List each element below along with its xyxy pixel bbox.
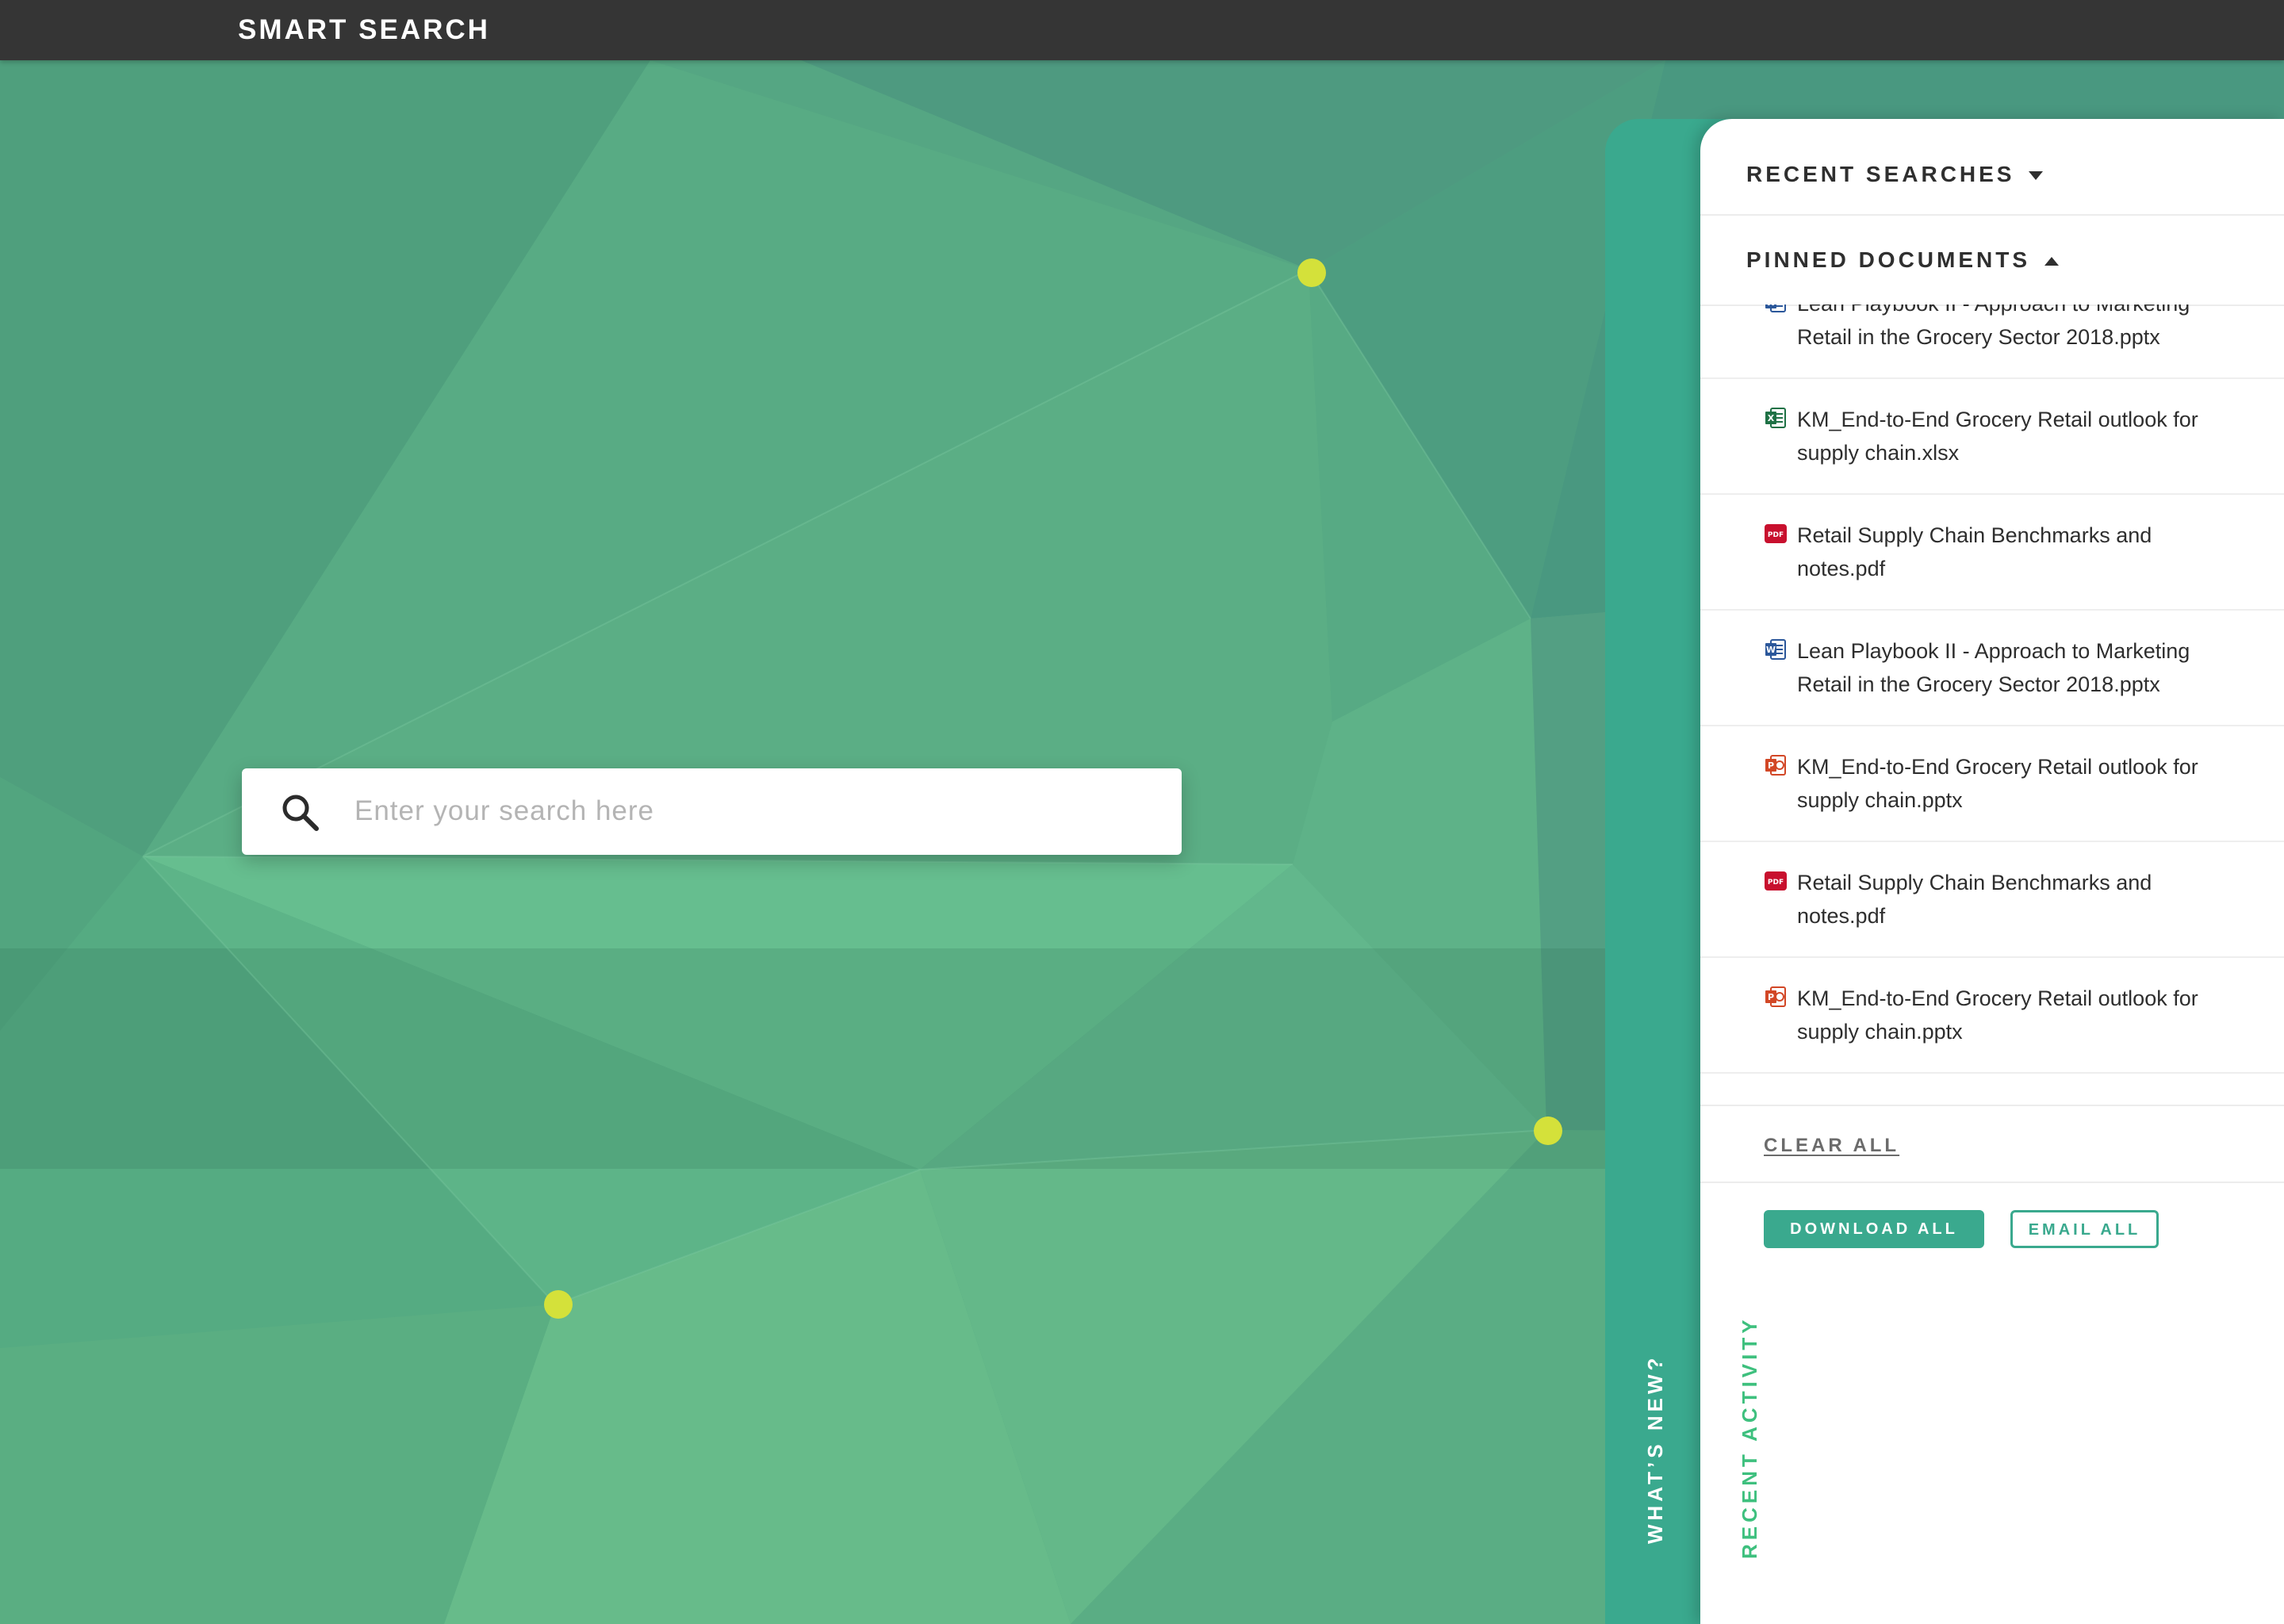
chevron-down-icon: [2029, 171, 2044, 181]
recent-searches-label: RECENT SEARCHES: [1746, 162, 2015, 186]
search-icon[interactable]: [280, 792, 321, 833]
word-icon: W: [1764, 638, 1788, 661]
app-title: SMART SEARCH: [238, 14, 490, 45]
search-box[interactable]: [242, 768, 1182, 855]
document-name[interactable]: Retail Supply Chain Benchmarks and notes…: [1797, 519, 2205, 585]
recent-searches-toggle[interactable]: RECENT SEARCHES: [1746, 161, 2044, 188]
svg-text:PDF: PDF: [1768, 531, 1784, 539]
document-name[interactable]: Retail Supply Chain Benchmarks and notes…: [1797, 866, 2205, 933]
word-icon: W: [1764, 304, 1788, 314]
side-panel: RECENT SEARCHES PINNED DOCUMENTS W Lean P…: [1700, 119, 2284, 1624]
pinned-document-item[interactable]: P KM_End-to-End Grocery Retail outlook fo…: [1700, 958, 2284, 1074]
excel-icon: X: [1764, 406, 1788, 430]
pinned-document-item[interactable]: P KM_End-to-End Grocery Retail outlook fo…: [1700, 726, 2284, 842]
download-all-button[interactable]: DOWNLOAD ALL: [1764, 1210, 1984, 1248]
top-bar: SMART SEARCH: [0, 0, 2284, 60]
pinned-documents-scroll: W Lean Playbook II - Approach to Marketin…: [1700, 304, 2284, 1074]
email-all-button[interactable]: EMAIL ALL: [2010, 1210, 2159, 1248]
tab-whats-new[interactable]: WHAT’S NEW?: [1643, 1354, 1667, 1544]
pdf-icon: PDF: [1764, 522, 1788, 546]
clear-all-link[interactable]: CLEAR ALL: [1764, 1135, 1899, 1157]
chevron-up-icon: [2044, 257, 2060, 266]
svg-text:W: W: [1766, 304, 1776, 308]
pinned-documents-toggle[interactable]: PINNED DOCUMENTS: [1746, 247, 2060, 274]
document-name[interactable]: KM_End-to-End Grocery Retail outlook for…: [1797, 750, 2205, 817]
divider: [1700, 1105, 2284, 1106]
search-input[interactable]: [354, 784, 1148, 838]
svg-text:X: X: [1768, 413, 1775, 423]
pinned-document-item[interactable]: W Lean Playbook II - Approach to Marketin…: [1700, 611, 2284, 726]
divider: [1700, 214, 2284, 216]
powerpoint-icon: P: [1764, 753, 1788, 777]
document-name[interactable]: Lean Playbook II - Approach to Marketing…: [1797, 634, 2205, 701]
pinned-document-item[interactable]: PDF Retail Supply Chain Benchmarks and no…: [1700, 495, 2284, 611]
pinned-document-item[interactable]: X KM_End-to-End Grocery Retail outlook fo…: [1700, 379, 2284, 495]
svg-text:PDF: PDF: [1768, 879, 1784, 887]
document-name[interactable]: Lean Playbook II - Approach to Marketing…: [1797, 304, 2205, 354]
pinned-document-item[interactable]: PDF Retail Supply Chain Benchmarks and no…: [1700, 842, 2284, 958]
pinned-document-item[interactable]: W Lean Playbook II - Approach to Marketin…: [1700, 304, 2284, 379]
document-name[interactable]: KM_End-to-End Grocery Retail outlook for…: [1797, 403, 2205, 469]
pinned-documents-list[interactable]: W Lean Playbook II - Approach to Marketin…: [1700, 304, 2284, 1224]
document-name[interactable]: KM_End-to-End Grocery Retail outlook for…: [1797, 982, 2205, 1048]
pinned-documents-label: PINNED DOCUMENTS: [1746, 247, 2031, 272]
svg-text:P: P: [1768, 760, 1774, 771]
powerpoint-icon: P: [1764, 985, 1788, 1009]
divider: [1700, 1182, 2284, 1183]
tab-recent-activity[interactable]: RECENT ACTIVITY: [1738, 1316, 1761, 1559]
pdf-icon: PDF: [1764, 869, 1788, 893]
svg-text:W: W: [1766, 645, 1776, 655]
svg-text:P: P: [1768, 992, 1774, 1002]
